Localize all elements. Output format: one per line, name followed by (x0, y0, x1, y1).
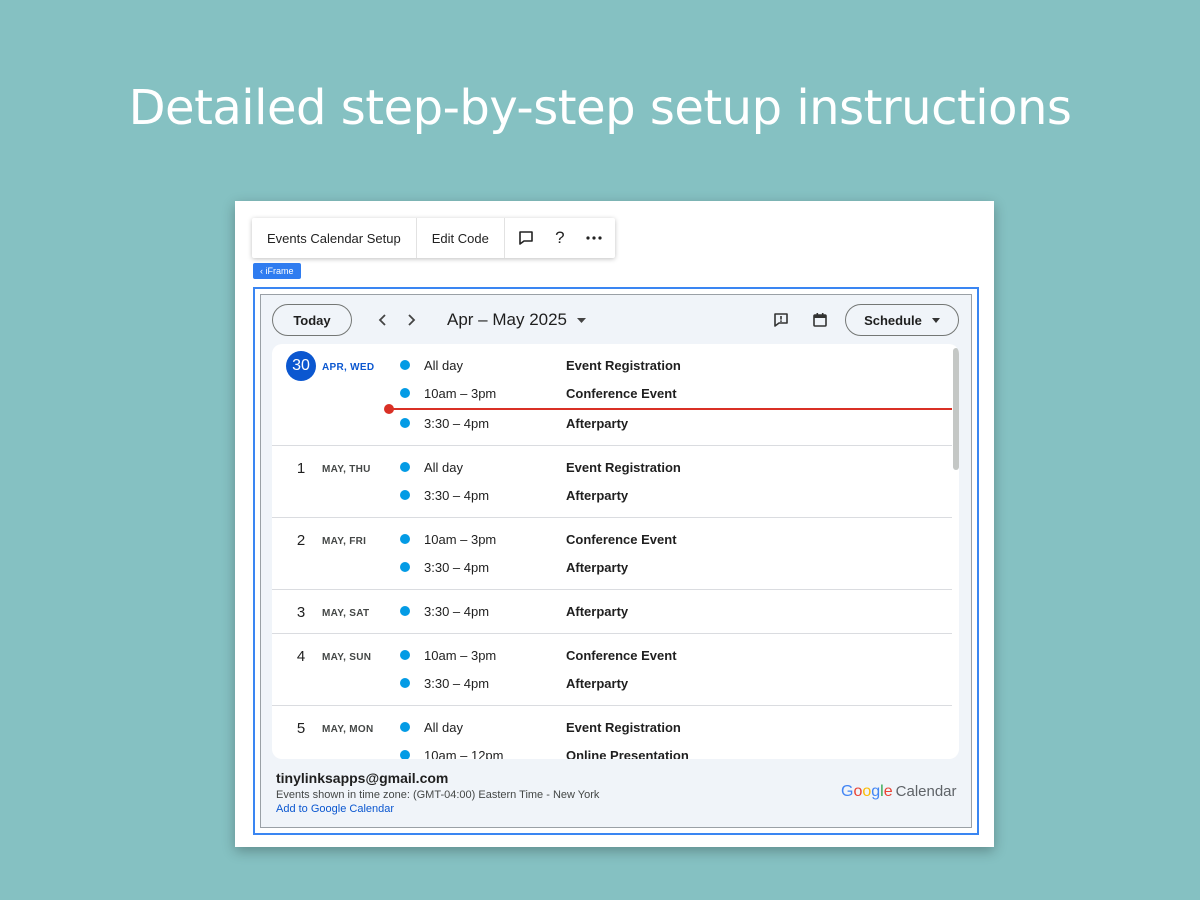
iframe-frame: Today Apr – May 2025 Schedule 30 APR, WE… (253, 287, 979, 835)
account-email: tinylinksapps@gmail.com (276, 770, 449, 786)
caret-down-icon (931, 317, 940, 323)
event-row[interactable]: All day Event Registration (272, 351, 952, 379)
calendar-icon[interactable] (808, 308, 832, 332)
feedback-icon[interactable] (769, 308, 793, 332)
day-group: 2 MAY, FRI 10am – 3pm Conference Event 3… (272, 518, 952, 590)
event-title: Afterparty (566, 604, 629, 619)
event-time: 10am – 3pm (424, 648, 497, 663)
date-range-selector[interactable]: Apr – May 2025 (447, 310, 587, 330)
comment-icon[interactable] (509, 218, 543, 258)
event-time: 10am – 3pm (424, 532, 497, 547)
event-title: Afterparty (566, 488, 629, 503)
next-arrow-icon[interactable] (399, 308, 423, 332)
day-group: 3 MAY, SAT 3:30 – 4pm Afterparty (272, 590, 952, 634)
event-title: Event Registration (566, 720, 681, 735)
event-time: 3:30 – 4pm (424, 560, 490, 575)
hero-title: Detailed step-by-step setup instructions (128, 80, 1072, 136)
event-dot (400, 722, 410, 732)
calendar-footer: tinylinksapps@gmail.com Events shown in … (276, 770, 599, 815)
schedule-label: Schedule (864, 312, 922, 328)
event-time: 10am – 3pm (424, 386, 497, 401)
google-calendar-logo[interactable]: Google Calendar (841, 783, 957, 801)
event-row[interactable]: 3:30 – 4pm Afterparty (272, 553, 952, 581)
timezone-note: Events shown in time zone: (GMT-04:00) E… (276, 789, 600, 801)
event-row[interactable]: All day Event Registration (272, 453, 952, 481)
event-time: All day (424, 720, 464, 735)
event-title: Conference Event (566, 532, 677, 547)
event-dot (400, 360, 410, 370)
google-wordmark: Google (841, 783, 893, 800)
event-time: All day (424, 358, 464, 373)
event-dot (400, 490, 410, 500)
caret-down-icon (577, 317, 587, 323)
event-title: Afterparty (566, 676, 629, 691)
event-row[interactable]: 10am – 12pm Online Presentation (272, 741, 952, 759)
event-time: 10am – 12pm (424, 748, 504, 759)
day-group: 4 MAY, SUN 10am – 3pm Conference Event 3… (272, 634, 952, 706)
calendar-header: Today Apr – May 2025 Schedule (261, 295, 971, 343)
today-button[interactable]: Today (272, 304, 352, 336)
event-time: 3:30 – 4pm (424, 416, 490, 431)
event-time: 3:30 – 4pm (424, 488, 490, 503)
event-dot (400, 388, 410, 398)
iframe-tag[interactable]: ‹ iFrame (253, 263, 301, 279)
event-dot (400, 462, 410, 472)
event-dot (400, 534, 410, 544)
event-row[interactable]: 3:30 – 4pm Afterparty (272, 597, 952, 625)
google-calendar-embed: Today Apr – May 2025 Schedule 30 APR, WE… (260, 294, 972, 828)
event-dot (400, 750, 410, 759)
event-title: Online Presentation (566, 748, 689, 759)
prev-arrow-icon[interactable] (371, 308, 395, 332)
event-title: Event Registration (566, 358, 681, 373)
day-group: 5 MAY, MON All day Event Registration 10… (272, 706, 952, 759)
event-time: 3:30 – 4pm (424, 676, 490, 691)
events-calendar-setup-button[interactable]: Events Calendar Setup (252, 218, 417, 258)
editor-card: Events Calendar Setup Edit Code ? ‹ iFra… (235, 201, 994, 847)
help-icon[interactable]: ? (543, 218, 577, 258)
day-group: 1 MAY, THU All day Event Registration 3:… (272, 446, 952, 518)
day-group: 30 APR, WED All day Event Registration 1… (272, 344, 952, 446)
widget-toolbar: Events Calendar Setup Edit Code ? (252, 218, 615, 258)
event-dot (400, 418, 410, 428)
event-time: 3:30 – 4pm (424, 604, 490, 619)
add-to-google-calendar-link[interactable]: Add to Google Calendar (276, 803, 599, 815)
more-icon[interactable] (577, 218, 611, 258)
date-range-label: Apr – May 2025 (447, 310, 568, 329)
calendar-wordmark: Calendar (895, 783, 957, 800)
scrollbar-thumb[interactable] (953, 348, 959, 470)
event-dot (400, 606, 410, 616)
event-row[interactable]: 10am – 3pm Conference Event (272, 641, 952, 669)
event-title: Conference Event (566, 648, 677, 663)
event-title: Conference Event (566, 386, 677, 401)
event-dot (400, 678, 410, 688)
event-row[interactable]: All day Event Registration (272, 713, 952, 741)
event-time: All day (424, 460, 464, 475)
event-dot (400, 650, 410, 660)
event-row[interactable]: 10am – 3pm Conference Event (272, 525, 952, 553)
event-row[interactable]: 3:30 – 4pm Afterparty (272, 409, 952, 437)
event-title: Event Registration (566, 460, 681, 475)
event-row[interactable]: 10am – 3pm Conference Event (272, 379, 952, 407)
event-row[interactable]: 3:30 – 4pm Afterparty (272, 481, 952, 509)
schedule-view-button[interactable]: Schedule (845, 304, 959, 336)
edit-code-button[interactable]: Edit Code (417, 218, 505, 258)
event-row[interactable]: 3:30 – 4pm Afterparty (272, 669, 952, 697)
event-title: Afterparty (566, 416, 629, 431)
event-title: Afterparty (566, 560, 629, 575)
event-dot (400, 562, 410, 572)
schedule-list: 30 APR, WED All day Event Registration 1… (272, 344, 959, 759)
